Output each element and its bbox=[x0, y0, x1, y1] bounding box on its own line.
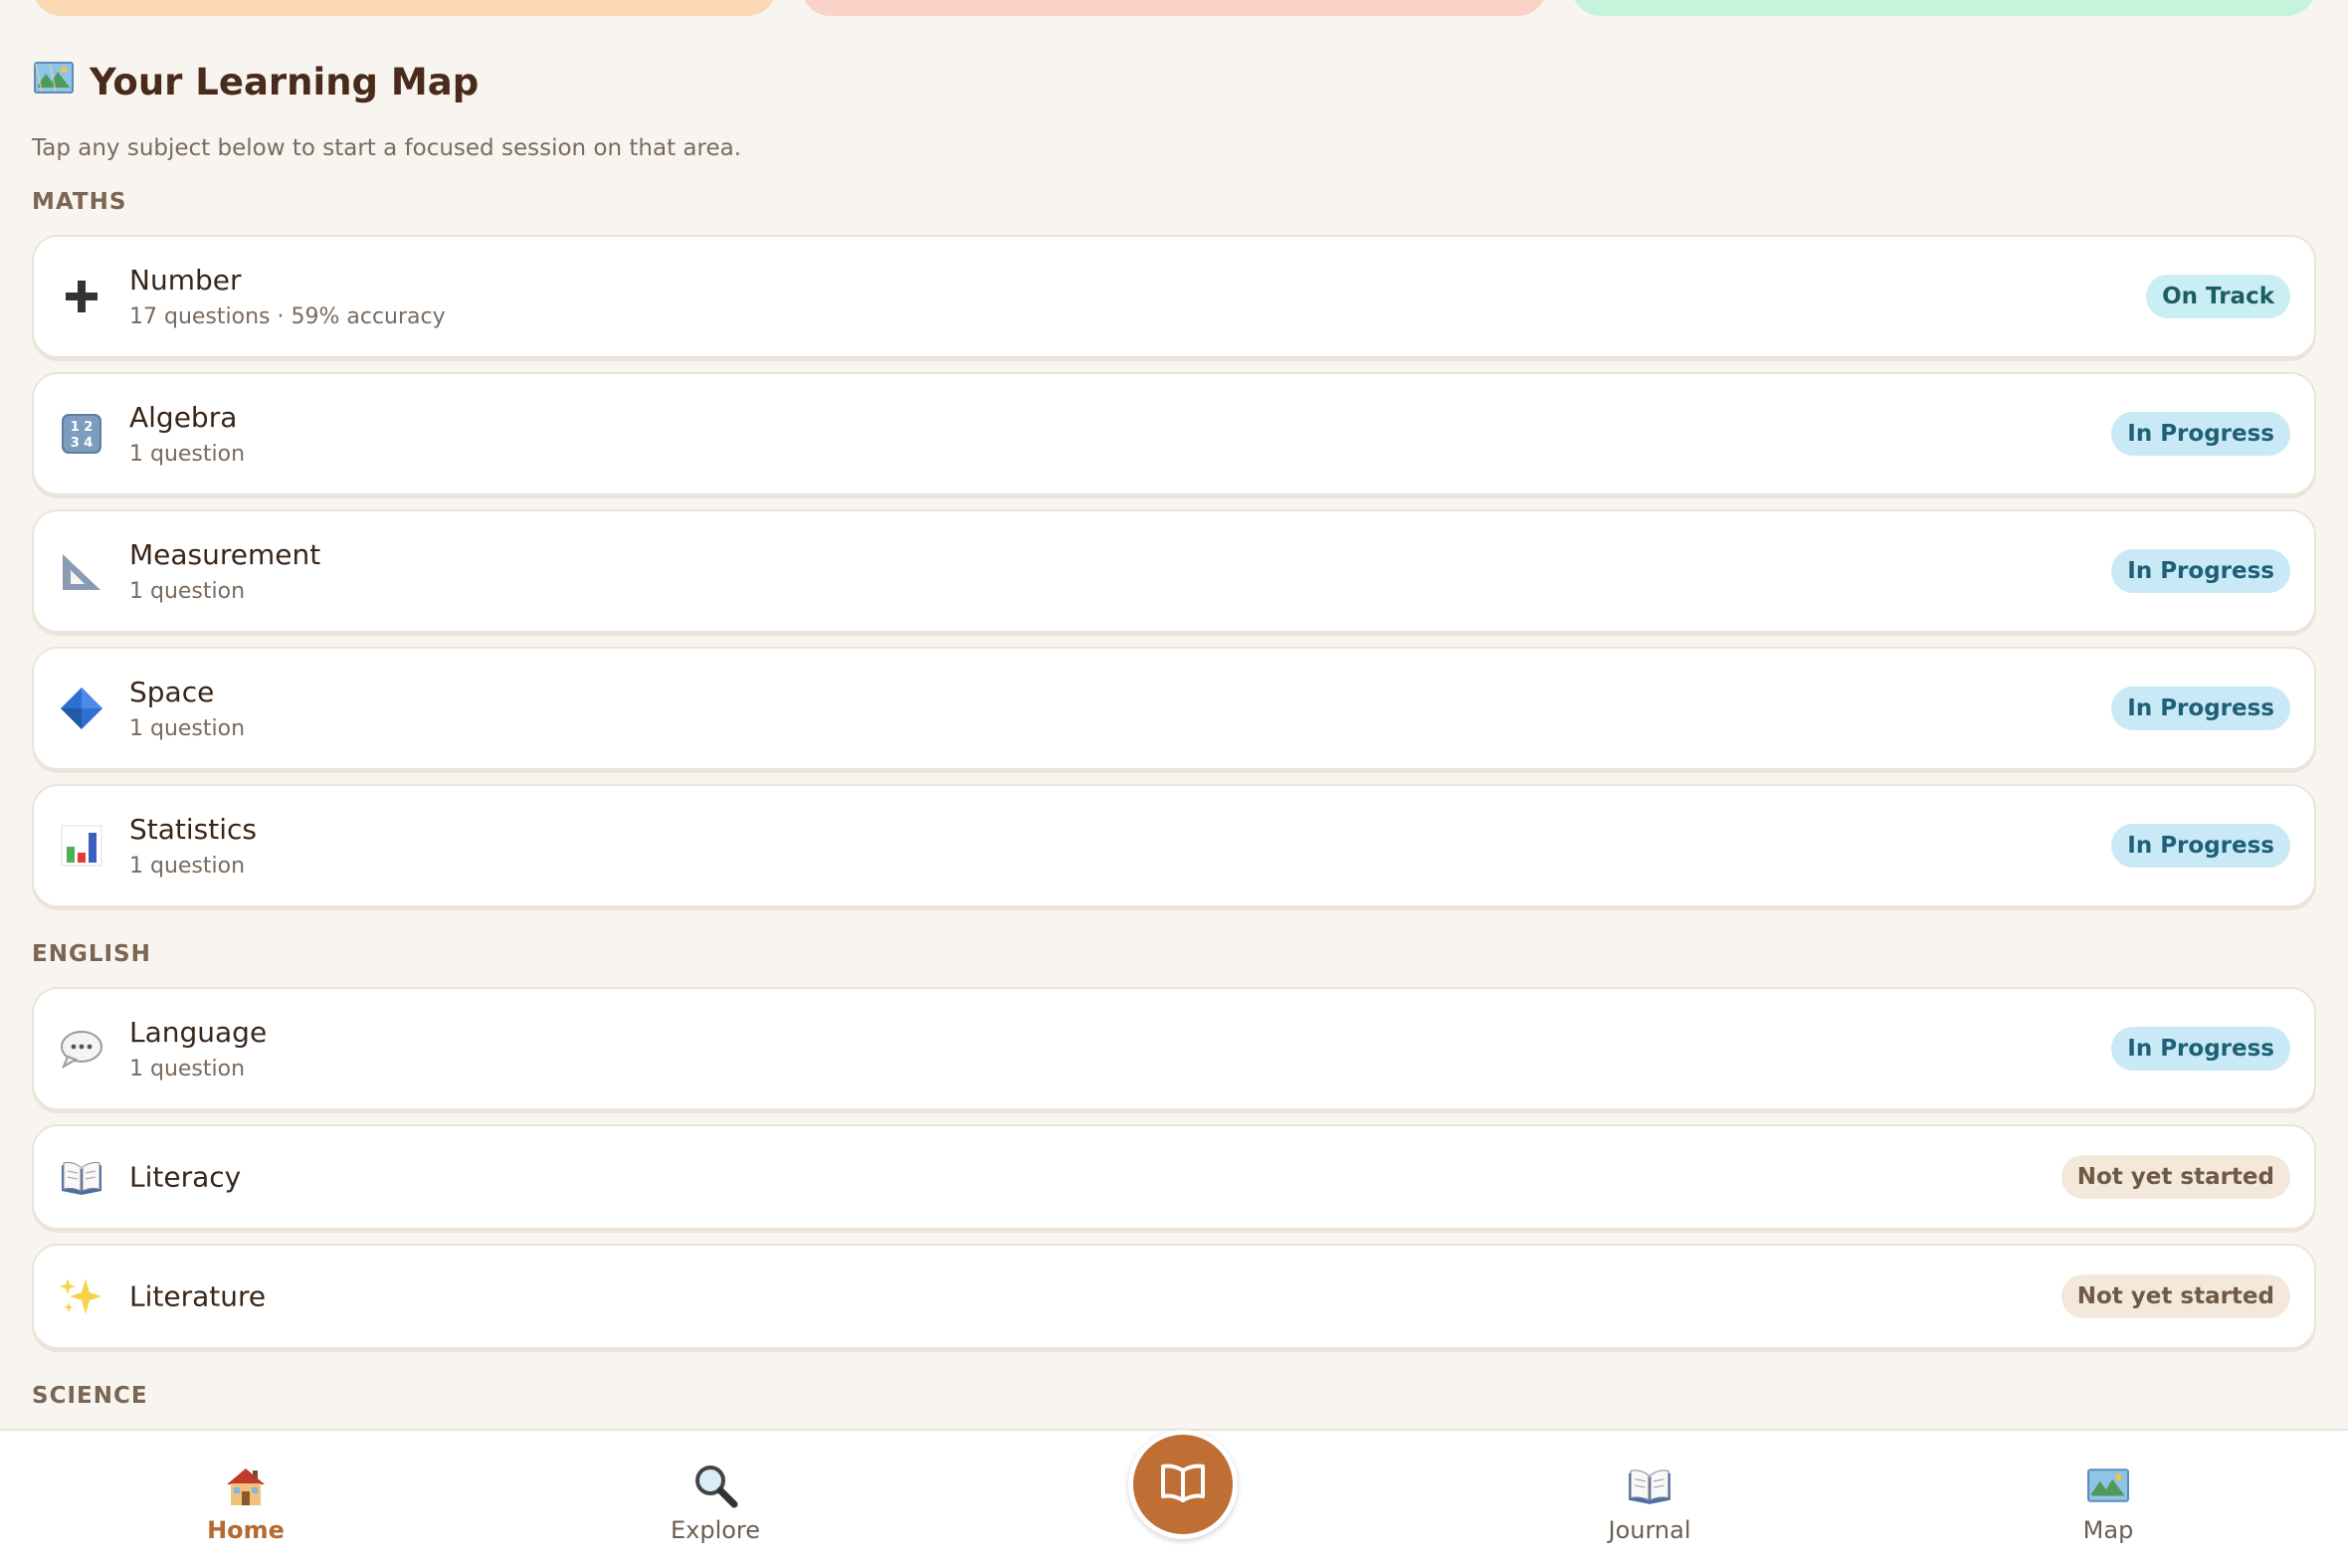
subject-row-language[interactable]: Language 1 question In Progress bbox=[32, 987, 2316, 1110]
summary-card-1[interactable] bbox=[32, 0, 778, 16]
subject-row-statistics[interactable]: Statistics 1 question In Progress bbox=[32, 784, 2316, 907]
nav-explore[interactable]: Explore bbox=[616, 1461, 815, 1544]
sparkles-icon bbox=[60, 1274, 103, 1318]
status-badge: On Track bbox=[2146, 275, 2290, 318]
summary-card-2[interactable] bbox=[801, 0, 1547, 16]
diamond-icon bbox=[60, 686, 103, 730]
subject-row-literature[interactable]: Literature Not yet started bbox=[32, 1244, 2316, 1349]
subject-meta: 1 question bbox=[129, 854, 246, 879]
bar-chart-icon bbox=[60, 824, 103, 868]
page-title-text: Your Learning Map bbox=[90, 61, 480, 103]
map-icon bbox=[2009, 1461, 2208, 1510]
subject-row-literacy[interactable]: Literacy Not yet started bbox=[32, 1124, 2316, 1230]
subject-name: Statistics bbox=[129, 813, 257, 846]
subject-name: Measurement bbox=[129, 538, 321, 571]
subject-meta: 1 question bbox=[129, 579, 246, 604]
subject-name: Literature bbox=[129, 1279, 267, 1313]
subject-row-algebra[interactable]: 1 2 3 4 Algebra 1 question In Progress bbox=[32, 372, 2316, 495]
speech-bubble-icon bbox=[60, 1027, 103, 1071]
status-badge: In Progress bbox=[2111, 824, 2290, 868]
subject-meta: 1 question bbox=[129, 442, 246, 467]
nav-home-label: Home bbox=[207, 1516, 285, 1544]
start-session-button[interactable] bbox=[1128, 1430, 1238, 1539]
summary-card-3[interactable] bbox=[1570, 0, 2316, 16]
subject-name: Number bbox=[129, 264, 242, 296]
nav-home[interactable]: Home bbox=[146, 1461, 345, 1544]
page-subtitle: Tap any subject below to start a focused… bbox=[32, 135, 741, 161]
status-badge: Not yet started bbox=[2060, 1155, 2290, 1199]
svg-text:1 2: 1 2 bbox=[71, 420, 94, 435]
open-book-icon bbox=[1159, 1461, 1207, 1508]
status-badge: In Progress bbox=[2111, 412, 2290, 456]
house-icon bbox=[146, 1461, 345, 1510]
subject-name: Algebra bbox=[129, 401, 238, 434]
subject-meta: 1 question bbox=[129, 716, 246, 741]
ruler-triangle-icon bbox=[60, 549, 103, 593]
subject-row-space[interactable]: Space 1 question In Progress bbox=[32, 647, 2316, 770]
status-badge: In Progress bbox=[2111, 549, 2290, 593]
section-label-english: ENGLISH bbox=[32, 941, 151, 967]
page-title: Your Learning Map bbox=[32, 58, 479, 106]
open-book-icon bbox=[60, 1155, 103, 1199]
subject-name: Language bbox=[129, 1016, 268, 1049]
nav-journal[interactable]: Journal bbox=[1550, 1461, 1749, 1544]
status-badge: In Progress bbox=[2111, 1027, 2290, 1071]
subject-name: Space bbox=[129, 676, 215, 708]
subject-name: Literacy bbox=[129, 1160, 242, 1194]
subject-meta: 17 questions · 59% accuracy bbox=[129, 304, 446, 329]
map-icon bbox=[32, 58, 76, 106]
plus-icon bbox=[60, 275, 103, 318]
journal-book-icon bbox=[1550, 1461, 1749, 1510]
numbers-icon: 1 2 3 4 bbox=[60, 412, 103, 456]
subject-meta: 1 question bbox=[129, 1057, 246, 1081]
nav-journal-label: Journal bbox=[1608, 1516, 1691, 1544]
nav-map[interactable]: Map bbox=[2009, 1461, 2208, 1544]
magnifier-icon bbox=[616, 1461, 815, 1510]
subject-row-measurement[interactable]: Measurement 1 question In Progress bbox=[32, 509, 2316, 633]
section-label-maths: MATHS bbox=[32, 189, 127, 215]
subject-row-number[interactable]: Number 17 questions · 59% accuracy On Tr… bbox=[32, 235, 2316, 358]
status-badge: In Progress bbox=[2111, 686, 2290, 730]
nav-map-label: Map bbox=[2082, 1516, 2134, 1544]
status-badge: Not yet started bbox=[2060, 1274, 2290, 1318]
svg-text:3 4: 3 4 bbox=[71, 436, 94, 451]
section-label-science: SCIENCE bbox=[32, 1383, 148, 1409]
top-summary-cards bbox=[32, 0, 2316, 16]
nav-explore-label: Explore bbox=[670, 1516, 761, 1544]
